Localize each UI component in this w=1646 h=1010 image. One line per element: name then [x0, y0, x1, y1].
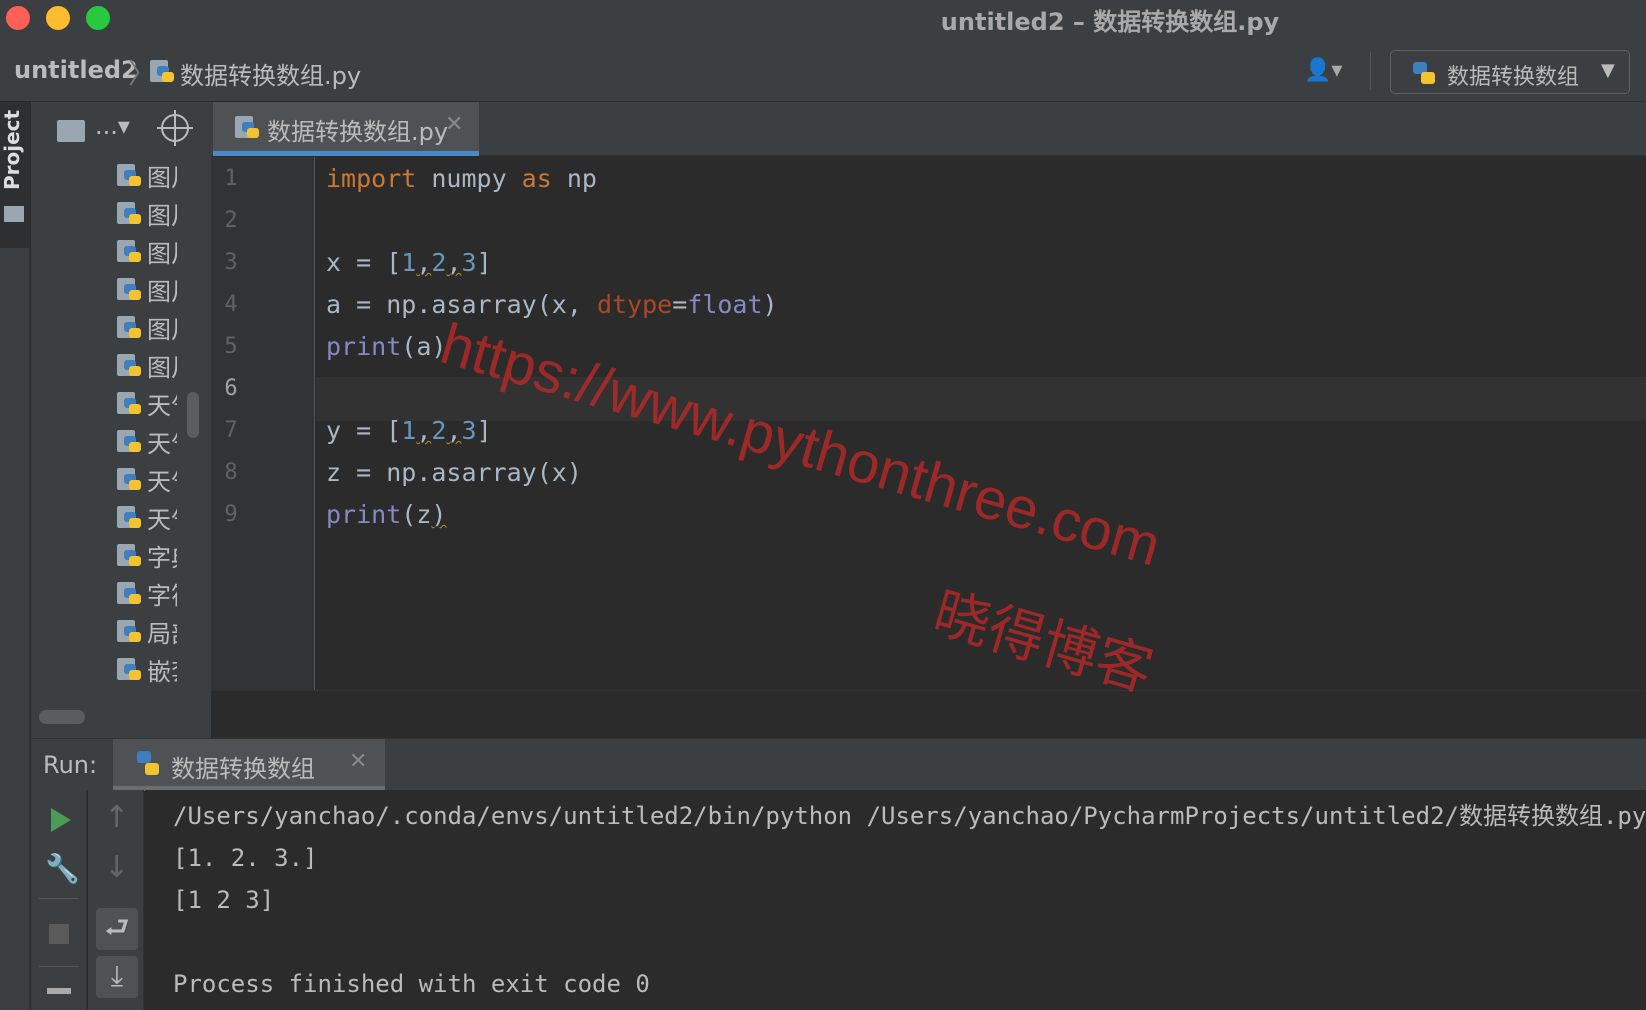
tree-item-label: 嵌套 — [147, 658, 177, 686]
code-line[interactable] — [326, 367, 341, 411]
python-file-icon — [235, 114, 259, 140]
run-tab-label: 数据转换数组 — [171, 755, 315, 783]
project-tool-window-label: Project — [0, 109, 24, 190]
run-toolbar: 🔧 — [31, 790, 87, 1010]
console-line: [1. 2. 3.] — [173, 844, 318, 872]
console-line: Process finished with exit code 0 — [173, 970, 650, 998]
run-configuration-label: 数据转换数组 — [1447, 65, 1580, 90]
python-file-icon — [150, 58, 174, 84]
tree-item-label: 字典 — [147, 544, 177, 572]
breadcrumb-file[interactable]: 数据转换数组.py — [180, 56, 361, 91]
toolbar-divider — [39, 966, 79, 967]
line-number: 2 — [224, 208, 238, 233]
editor-tab-label: 数据转换数组.py — [267, 118, 449, 146]
tree-item-label: 字符 — [147, 582, 177, 610]
code-line[interactable]: print(z) — [326, 493, 446, 537]
console-line: [1 2 3] — [173, 886, 275, 914]
line-number: 7 — [224, 418, 238, 443]
python-icon — [1413, 60, 1437, 86]
locate-icon[interactable] — [157, 110, 193, 146]
user-icon[interactable]: 👤▾ — [1304, 58, 1360, 84]
editor-tab-bar: 数据转换数组.py ✕ — [211, 102, 1646, 156]
python-file-icon — [117, 162, 141, 188]
python-file-icon — [117, 314, 141, 340]
toolbar-divider — [1370, 52, 1371, 90]
line-number: 8 — [224, 460, 238, 485]
toolbar-divider — [39, 898, 79, 899]
code-line[interactable]: x = [1,2,3] — [326, 241, 492, 285]
tree-item-label: 天气 — [147, 468, 177, 496]
title-bar: untitled2 – 数据转换数组.py — [0, 0, 1646, 36]
breadcrumb-project[interactable]: untitled2 — [14, 56, 138, 84]
console-output[interactable]: /Users/yanchao/.conda/envs/untitled2/bin… — [145, 790, 1646, 1010]
python-file-icon — [117, 276, 141, 302]
project-view-dropdown[interactable]: ...▾ — [95, 112, 130, 140]
python-file-icon — [117, 656, 141, 682]
down-arrow-icon[interactable]: ↓ — [104, 850, 129, 885]
soft-wrap-icon[interactable]: ⮐ — [96, 908, 138, 950]
run-tool-window-header: Run: 数据转换数组 ✕ — [31, 738, 1646, 791]
tree-item-label: 图片 — [147, 316, 177, 344]
tree-item-label: 图片 — [147, 202, 177, 230]
tree-item-label: 天气 — [147, 506, 177, 534]
code-line[interactable]: y = [1,2,3] — [326, 409, 492, 453]
python-file-icon — [117, 466, 141, 492]
tree-item-label: 图片 — [147, 278, 177, 306]
folder-icon — [4, 206, 24, 222]
python-file-icon — [117, 352, 141, 378]
line-number-gutter: 1 2 3 4 5 6 7 8 9 — [211, 157, 315, 690]
python-file-icon — [117, 238, 141, 264]
close-icon[interactable]: ✕ — [445, 112, 463, 137]
code-line[interactable]: a = np.asarray(x, dtype=float) — [326, 283, 778, 327]
code-line[interactable] — [326, 199, 341, 243]
code-line[interactable]: print(a) — [326, 325, 446, 369]
line-number: 5 — [224, 334, 238, 359]
vertical-scrollbar[interactable] — [187, 392, 199, 438]
line-number: 1 — [224, 166, 238, 191]
tree-item-label: 局部 — [147, 620, 177, 648]
project-panel: ...▾ 图片 图片 图片 图片 图片 图片 天气 天气 天气 天气 字典 字符… — [31, 102, 211, 738]
active-tab-indicator — [213, 151, 479, 156]
tree-item-label: 天气 — [147, 392, 177, 420]
console-toolbar: ↑ ↓ ⮐ ⤓ — [88, 790, 144, 1010]
scroll-to-end-icon[interactable]: ⤓ — [96, 956, 138, 998]
python-file-icon — [117, 618, 141, 644]
code-line[interactable]: import numpy as np — [326, 157, 597, 201]
tree-item-label: 图片 — [147, 164, 177, 192]
folder-icon[interactable] — [57, 120, 85, 142]
wrench-icon[interactable]: 🔧 — [45, 852, 80, 885]
navigation-bar: untitled2 〉 数据转换数组.py 👤▾ 数据转换数组 ▼ — [0, 36, 1646, 102]
tree-item-label: 图片 — [147, 354, 177, 382]
chevron-down-icon: ▼ — [1601, 60, 1615, 81]
python-icon — [137, 751, 161, 777]
python-file-icon — [117, 428, 141, 454]
tree-item-label: 图片 — [147, 240, 177, 268]
line-number: 4 — [224, 292, 238, 317]
run-configuration-dropdown[interactable]: 数据转换数组 ▼ — [1390, 50, 1630, 94]
close-icon[interactable]: ✕ — [349, 749, 367, 774]
run-label: Run: — [43, 751, 98, 779]
run-tab[interactable]: 数据转换数组 ✕ — [113, 739, 385, 791]
up-arrow-icon[interactable]: ↑ — [104, 800, 129, 835]
code-line[interactable]: z = np.asarray(x) — [326, 451, 582, 495]
console-line: /Users/yanchao/.conda/envs/untitled2/bin… — [173, 802, 1646, 830]
python-file-icon — [117, 542, 141, 568]
project-tree: 图片 图片 图片 图片 图片 图片 天气 天气 天气 天气 字典 字符 局部 嵌… — [31, 158, 191, 704]
editor-bottom-area — [211, 690, 1646, 738]
line-number: 3 — [224, 250, 238, 275]
python-file-icon — [117, 200, 141, 226]
line-number-current: 6 — [224, 376, 238, 401]
line-number: 9 — [224, 502, 238, 527]
editor-tab[interactable]: 数据转换数组.py ✕ — [213, 102, 479, 156]
python-file-icon — [117, 390, 141, 416]
python-file-icon — [117, 580, 141, 606]
layout-icon[interactable] — [47, 988, 71, 1004]
tree-item-label: 天气 — [147, 430, 177, 458]
run-icon[interactable] — [51, 808, 71, 832]
horizontal-scrollbar[interactable] — [39, 710, 85, 724]
python-file-icon — [117, 504, 141, 530]
stop-icon[interactable] — [49, 924, 69, 944]
window-title: untitled2 – 数据转换数组.py — [940, 8, 1280, 36]
